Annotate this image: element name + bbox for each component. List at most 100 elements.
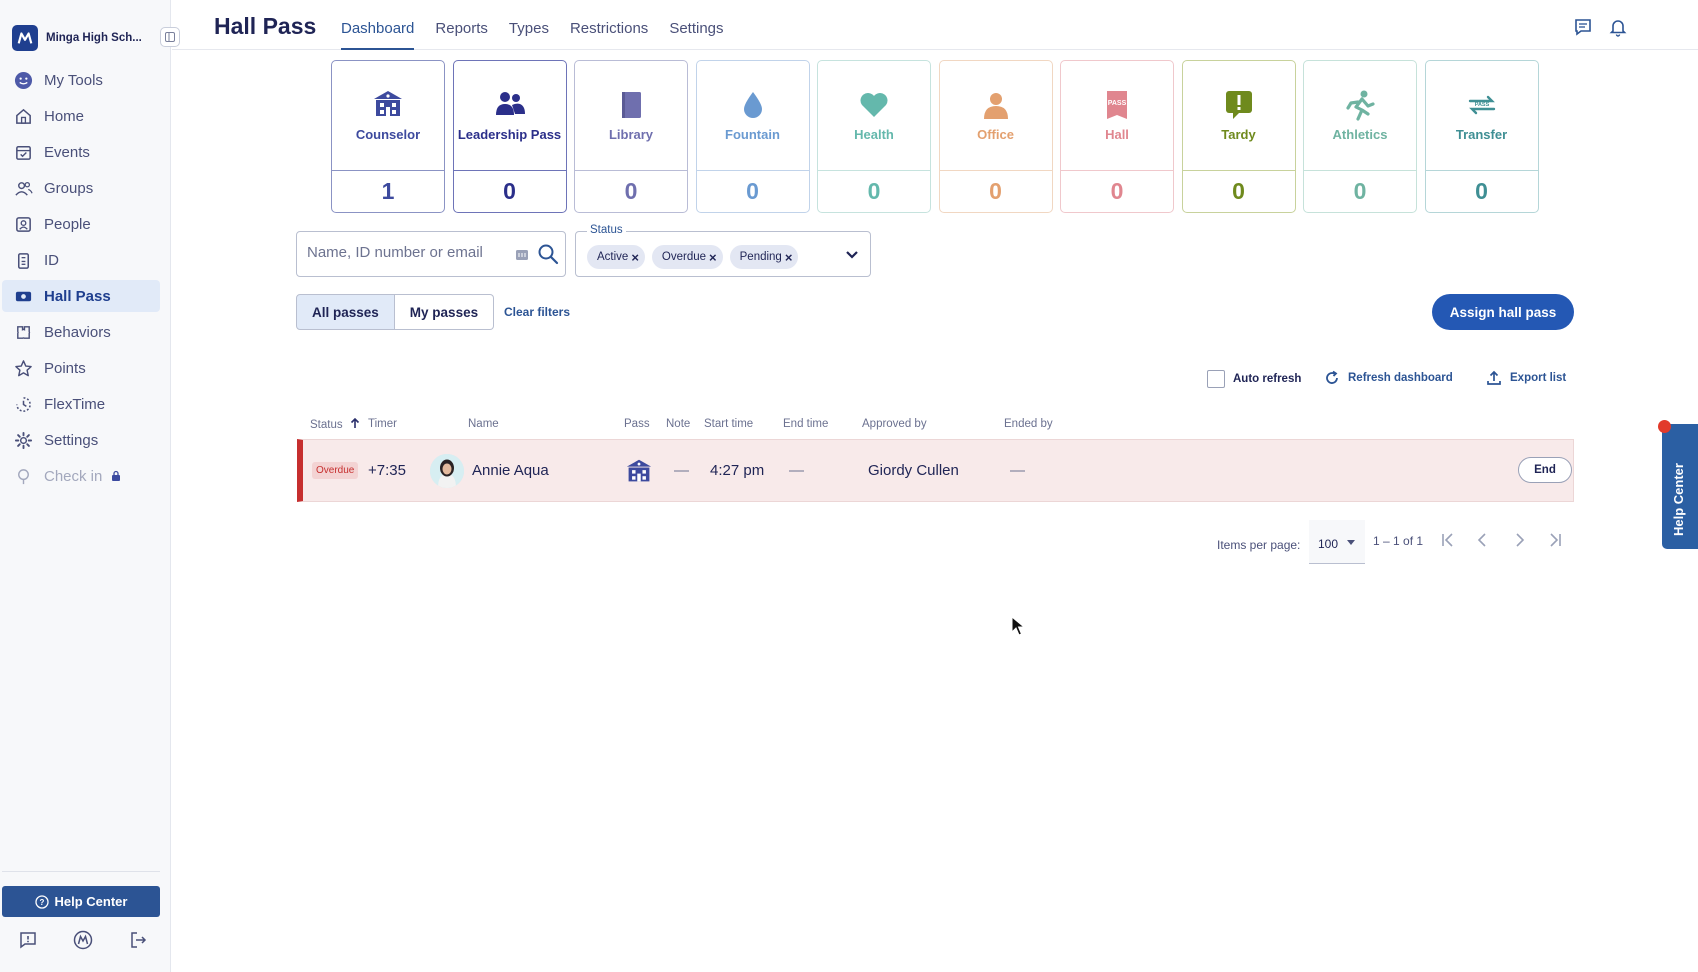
start-time-value: 4:27 pm [710, 462, 765, 479]
column-header-ended-by: Ended by [1004, 418, 1053, 430]
upload-icon [1487, 370, 1501, 385]
pass-card-header: Counselor [332, 61, 444, 171]
end-time-value: — [789, 462, 804, 479]
transfer-arrows-icon: PASS [1468, 95, 1495, 115]
pass-card-label: Hall [1105, 127, 1129, 142]
pass-card-office[interactable]: Office 0 [938, 60, 1053, 213]
lock-icon [112, 470, 121, 481]
previous-page-icon[interactable] [1473, 530, 1493, 550]
sidebar-item-hall-pass[interactable]: Hall Pass [2, 280, 160, 312]
status-chip-pending[interactable]: Pending × [729, 245, 799, 269]
pass-card-label: Health [854, 127, 894, 142]
search-icon[interactable] [537, 243, 559, 265]
pass-card-athletics[interactable]: Athletics 0 [1303, 60, 1417, 213]
sidebar-item-people[interactable]: People [2, 208, 160, 240]
sidebar-item-settings[interactable]: Settings [2, 424, 160, 456]
clear-filters-link[interactable]: Clear filters [504, 305, 570, 319]
calendar-check-icon [13, 142, 33, 162]
end-pass-button[interactable]: End [1518, 457, 1572, 483]
my-passes-button[interactable]: My passes [394, 294, 495, 330]
first-page-icon[interactable] [1438, 530, 1458, 550]
auto-refresh-toggle[interactable]: Auto refresh [1207, 370, 1301, 388]
pass-scope-toggle: All passes My passes [296, 294, 495, 330]
sidebar-item-points[interactable]: Points [2, 352, 160, 384]
page-range: 1 – 1 of 1 [1373, 534, 1424, 548]
all-passes-button[interactable]: All passes [296, 294, 395, 330]
pass-card-hall[interactable]: PASS Hall 0 [1060, 60, 1174, 213]
sidebar-item-id[interactable]: ID [2, 244, 160, 276]
refresh-dashboard-button[interactable]: Refresh dashboard [1324, 370, 1453, 386]
status-chip-overdue[interactable]: Overdue × [651, 245, 723, 269]
dropdown-arrow-icon [1347, 540, 1355, 545]
pass-card-health[interactable]: Health 0 [817, 60, 931, 213]
feedback-icon[interactable] [18, 930, 38, 950]
pass-card-count: 1 [381, 178, 395, 204]
barcode-scanner-icon[interactable] [515, 248, 529, 262]
column-header-approved-by: Approved by [862, 418, 927, 430]
remove-chip-icon[interactable]: × [709, 250, 717, 265]
pass-card-counselor[interactable]: Counselor 1 [331, 60, 445, 213]
tab-reports[interactable]: Reports [435, 0, 488, 50]
pass-card-tardy[interactable]: Tardy 0 [1181, 60, 1296, 213]
school-name: Minga High Sch... [46, 32, 141, 44]
sidebar-item-home[interactable]: Home [2, 100, 160, 132]
search-input[interactable] [307, 244, 502, 261]
help-center-button[interactable]: ? Help Center [2, 886, 160, 917]
chevron-down-icon[interactable] [844, 246, 860, 262]
refresh-dashboard-label: Refresh dashboard [1348, 372, 1453, 384]
sidebar-divider [2, 871, 160, 872]
help-center-tab[interactable]: Help Center [1662, 424, 1698, 549]
sidebar-item-my-tools[interactable]: My Tools [2, 64, 160, 96]
svg-text:PASS: PASS [1474, 102, 1489, 108]
remove-chip-icon[interactable]: × [631, 250, 639, 265]
pass-card-count: 0 [867, 178, 881, 204]
tab-types[interactable]: Types [509, 0, 549, 50]
notifications-bell-icon[interactable] [1608, 17, 1628, 37]
sidebar-item-behaviors[interactable]: Behaviors [2, 316, 160, 348]
pass-card-transfer[interactable]: PASS Transfer 0 [1424, 60, 1539, 213]
table-row[interactable]: Overdue +7:35 Annie Aqua — 4:27 pm — Gio… [297, 439, 1574, 502]
column-header-timer: Timer [368, 418, 397, 430]
school-switcher[interactable]: Minga High Sch... [12, 24, 182, 52]
pass-card-label: Athletics [1332, 127, 1388, 142]
column-header-status[interactable]: Status [310, 417, 360, 431]
items-per-page-select[interactable]: 100 [1309, 520, 1365, 564]
pass-card-header: Tardy [1182, 61, 1295, 171]
sidebar-item-flextime[interactable]: FlexTime [2, 388, 160, 420]
page-title: Hall Pass [214, 13, 317, 39]
logout-icon[interactable] [128, 930, 148, 950]
gear-icon [13, 430, 33, 450]
next-page-icon[interactable] [1509, 530, 1529, 550]
pass-card-leadership-pass[interactable]: Leadership Pass 0 [452, 60, 567, 213]
search-field[interactable] [296, 231, 566, 277]
status-filter[interactable]: Status Active × Overdue × Pending × [575, 224, 871, 277]
sidebar-item-label: ID [44, 251, 59, 269]
auto-refresh-checkbox[interactable] [1207, 370, 1225, 388]
messages-icon[interactable] [1573, 17, 1593, 37]
pass-card-library[interactable]: Library 0 [574, 60, 688, 213]
column-header-name: Name [468, 418, 499, 430]
svg-text:?: ? [39, 898, 44, 907]
sidebar-item-label: My Tools [44, 71, 103, 89]
status-chip-active[interactable]: Active × [587, 245, 645, 269]
remove-chip-icon[interactable]: × [785, 250, 793, 265]
sidebar-item-groups[interactable]: Groups [2, 172, 160, 204]
tab-restrictions[interactable]: Restrictions [570, 0, 648, 50]
tab-settings[interactable]: Settings [669, 0, 723, 50]
assign-hall-pass-button[interactable]: Assign hall pass [1432, 294, 1574, 330]
last-page-icon[interactable] [1545, 530, 1565, 550]
tab-dashboard[interactable]: Dashboard [341, 0, 415, 50]
student-name[interactable]: Annie Aqua [472, 440, 549, 501]
minga-icon[interactable] [73, 930, 93, 950]
export-list-button[interactable]: Export list [1486, 370, 1566, 386]
top-bar: Hall Pass Dashboard Reports Types Restri… [172, 0, 1698, 50]
sidebar-item-events[interactable]: Events [2, 136, 160, 168]
chip-label: Active [597, 251, 629, 263]
sidebar-item-label: Behaviors [44, 323, 111, 341]
pass-card-fountain[interactable]: Fountain 0 [695, 60, 810, 213]
pass-card-count: 0 [989, 178, 1002, 204]
home-icon [13, 106, 33, 126]
pass-card-header: Health [818, 61, 930, 171]
counselor-icon [374, 91, 402, 116]
groups-icon [13, 178, 33, 198]
